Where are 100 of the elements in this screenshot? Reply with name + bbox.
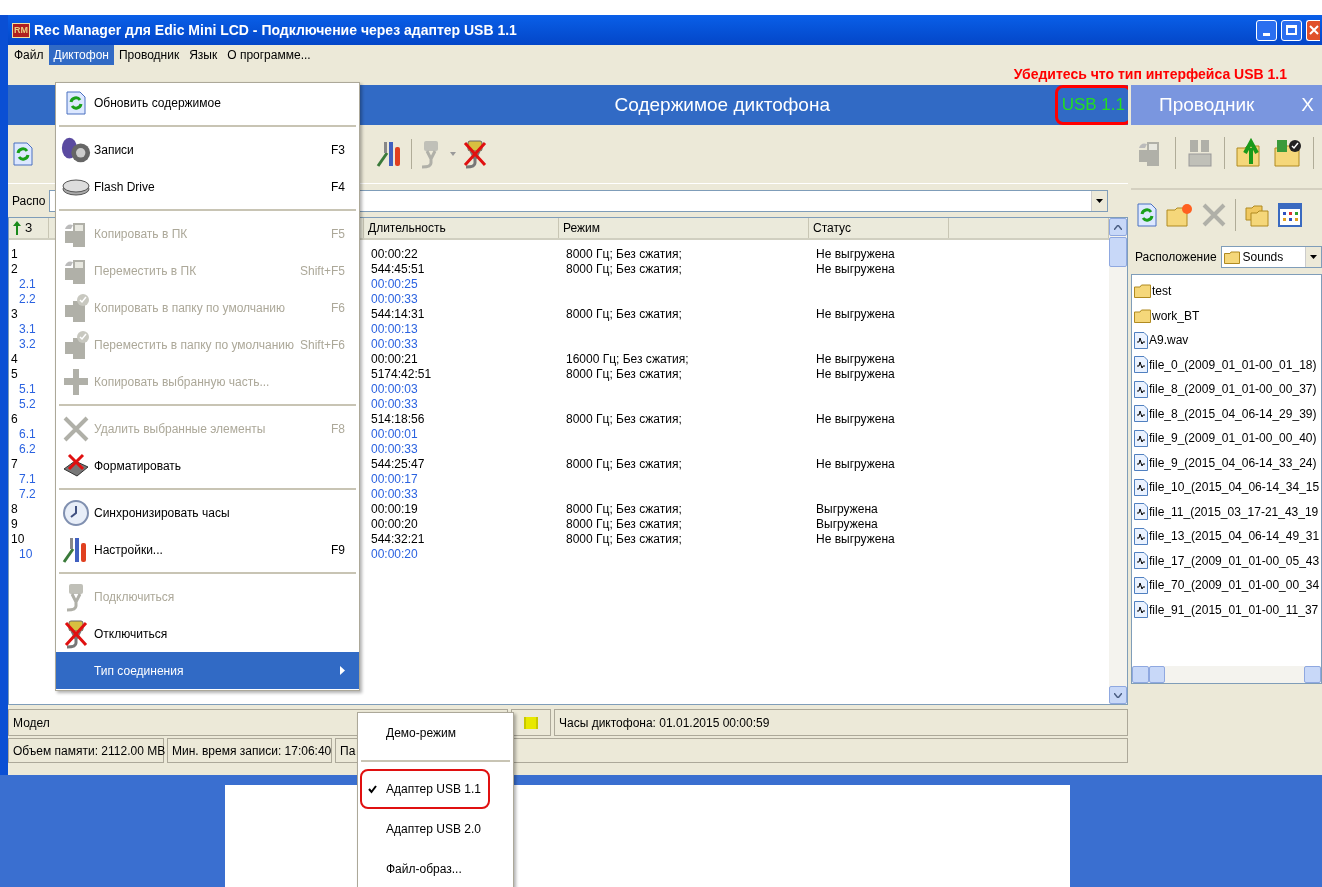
status-cell: Не выгружена <box>816 352 895 366</box>
file-list-item[interactable]: work_BT <box>1152 306 1200 325</box>
menu-item[interactable]: Обновить содержимое <box>56 84 359 121</box>
keyboard-device-icon <box>1186 137 1214 168</box>
vertical-scrollbar[interactable] <box>1109 218 1127 704</box>
menu-bar-item[interactable]: Диктофон <box>48 45 114 65</box>
folder-icon <box>1134 308 1151 323</box>
record-number: 3.2 <box>19 337 36 351</box>
status-field: Часы диктофона: 01.01.2015 00:00:59 <box>554 709 1128 736</box>
duration-cell: 514:18:56 <box>371 412 425 426</box>
menu-bar-item[interactable]: О программе... <box>222 45 316 65</box>
mode-cell: 8000 Гц; Без сжатия; <box>566 307 682 321</box>
menu-item[interactable]: Отключиться <box>56 615 359 652</box>
column-header[interactable]: Режим <box>563 219 600 237</box>
duration-cell: 00:00:17 <box>371 472 418 486</box>
close-icon <box>1308 25 1319 35</box>
duration-cell: 00:00:13 <box>371 322 418 336</box>
menu-item[interactable]: Форматировать <box>56 447 359 484</box>
file-list-item[interactable]: A9.wav <box>1149 331 1189 350</box>
minimize-button[interactable] <box>1256 19 1277 41</box>
mode-cell: 8000 Гц; Без сжатия; <box>566 532 682 546</box>
file-list-item[interactable]: file_17_(2009_01_01-00_05_43 <box>1149 551 1320 570</box>
refresh-icon <box>66 90 86 115</box>
status-cell: Не выгружена <box>816 367 895 381</box>
horizontal-scrollbar[interactable] <box>1132 666 1321 683</box>
file-list-item[interactable]: file_8_(2009_01_01-00_00_37) <box>1149 380 1317 399</box>
duration-cell: 00:00:33 <box>371 487 418 501</box>
record-number: 2.2 <box>19 292 36 306</box>
duration-cell: 00:00:33 <box>371 337 418 351</box>
file-list-item[interactable]: test <box>1152 282 1172 301</box>
menu-bar-item[interactable]: Файл <box>9 45 49 65</box>
indicator-icon <box>524 716 538 729</box>
column-header[interactable]: Длительность <box>368 219 446 237</box>
clock-icon <box>62 498 90 527</box>
submenu-arrow-icon <box>340 666 345 675</box>
status-cell: Выгружена <box>816 517 878 531</box>
duration-cell: 00:00:20 <box>371 517 418 531</box>
status-cell: Не выгружена <box>816 412 895 426</box>
file-list-item[interactable]: file_11_(2015_03_17-21_43_19 <box>1149 502 1319 521</box>
menu-item[interactable]: Синхронизировать часы <box>56 494 359 531</box>
audio-file-icon <box>1134 503 1148 521</box>
panel-title: Содержимое диктофона <box>614 92 830 117</box>
mode-cell: 8000 Гц; Без сжатия; <box>566 517 682 531</box>
file-list-item[interactable]: file_9_(2009_01_01-00_00_40) <box>1149 429 1317 448</box>
folder-icon <box>1223 250 1240 264</box>
file-list-item[interactable]: file_0_(2009_01_01-00_01_18) <box>1149 355 1317 374</box>
menu-bar-item[interactable]: Язык <box>184 45 223 65</box>
mode-cell: 8000 Гц; Без сжатия; <box>566 412 682 426</box>
delete-icon <box>62 414 90 443</box>
file-list-item[interactable]: file_10_(2015_04_06-14_34_15 <box>1149 478 1320 497</box>
record-number: 2 <box>11 262 18 276</box>
folder-check-icon <box>1273 137 1303 168</box>
menu-item[interactable]: Записи F3 <box>56 131 359 168</box>
record-number: 10 <box>19 547 33 561</box>
audio-file-icon <box>1134 380 1148 398</box>
duration-cell: 00:00:21 <box>371 352 418 366</box>
audio-file-icon <box>1134 331 1148 349</box>
dropdown-arrow-icon <box>1096 198 1103 203</box>
maximize-button[interactable] <box>1281 19 1302 41</box>
audio-file-icon <box>1134 356 1148 374</box>
status-cell: Не выгружена <box>816 307 895 321</box>
menu-bar-item[interactable]: Проводник <box>113 45 185 65</box>
menu-item[interactable]: Тип соединения <box>56 652 359 689</box>
record-number: 9 <box>11 517 18 531</box>
column-header[interactable]: З <box>25 219 33 237</box>
file-list-item[interactable]: file_9_(2015_04_06-14_33_24) <box>1149 453 1317 472</box>
column-header[interactable]: Статус <box>813 219 851 237</box>
file-list-item[interactable]: file_91_(2015_01_01-00_11_37 <box>1149 600 1319 619</box>
menu-item[interactable]: Адаптер USB 1.1 <box>360 769 490 809</box>
delete-icon[interactable] <box>1201 202 1227 228</box>
menu-item[interactable]: Настройки... F9 <box>56 531 359 568</box>
record-number: 8 <box>11 502 18 516</box>
file-list-item[interactable]: file_8_(2015_04_06-14_29_39) <box>1149 404 1317 423</box>
audio-file-icon <box>1134 405 1148 423</box>
dropdown-caret-icon[interactable] <box>450 152 456 156</box>
record-number: 6.1 <box>19 427 36 441</box>
menu-item[interactable]: Файл-образ... <box>360 849 511 887</box>
menu-item[interactable]: Flash Drive F4 <box>56 168 359 205</box>
file-list-item[interactable]: file_13_(2015_04_06-14_49_31 <box>1149 527 1320 546</box>
new-folder-icon <box>1165 202 1193 228</box>
duration-cell: 00:00:33 <box>371 292 418 306</box>
duration-cell: 00:00:25 <box>371 277 418 291</box>
record-number: 5.1 <box>19 382 36 396</box>
record-number: 10 <box>11 532 25 546</box>
duration-cell: 00:00:33 <box>371 442 418 456</box>
mode-cell: 8000 Гц; Без сжатия; <box>566 262 682 276</box>
scrollbar-thumb[interactable] <box>1109 237 1127 267</box>
file-list-item[interactable]: file_70_(2009_01_01-00_00_34 <box>1149 576 1320 595</box>
duration-cell: 00:00:03 <box>371 382 418 396</box>
record-number: 1 <box>11 247 18 261</box>
status-cell: Не выгружена <box>816 532 895 546</box>
duration-cell: 00:00:20 <box>371 547 418 561</box>
close-button[interactable] <box>1306 19 1320 41</box>
duration-cell: 00:00:01 <box>371 427 418 441</box>
audio-file-icon <box>1134 552 1148 570</box>
menu-item[interactable]: Адаптер USB 2.0 <box>360 809 511 849</box>
location-label: Распо <box>12 192 46 210</box>
location-dropdown[interactable]: Sounds <box>1220 246 1322 268</box>
duration-cell: 544:14:31 <box>371 307 425 321</box>
record-number: 4 <box>11 352 18 366</box>
